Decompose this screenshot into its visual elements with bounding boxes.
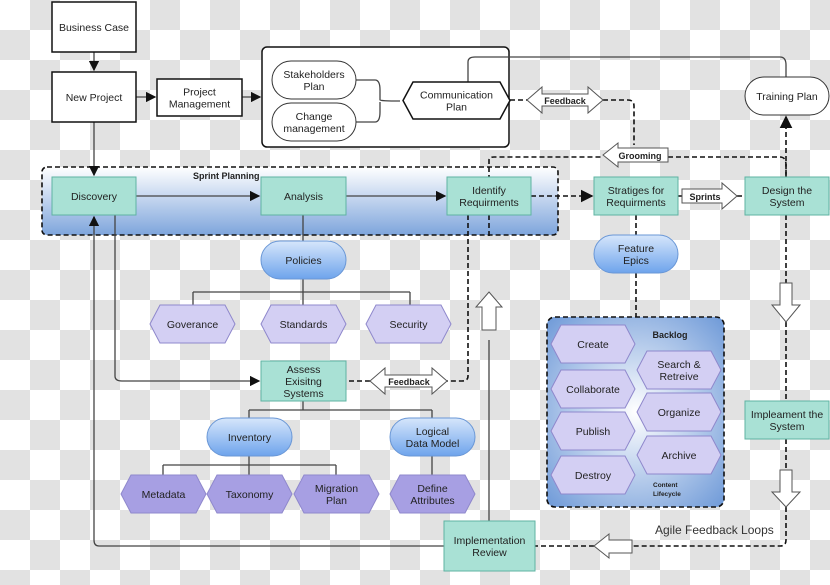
down-arrow-lower: [770, 469, 802, 508]
node-business-case[interactable]: Business Case: [51, 1, 137, 53]
node-label: Migration: [315, 483, 358, 495]
node-impleament-the-system[interactable]: Impleament theSystem: [744, 400, 830, 440]
node-feature-epics[interactable]: FeatureEpics: [593, 234, 679, 274]
node-label: Data Model: [406, 438, 460, 450]
sprint-planning-label: Sprint Planning: [193, 171, 260, 181]
node-logical-data-model[interactable]: LogicalData Model: [389, 417, 476, 457]
node-label: Taxonomy: [226, 489, 275, 501]
node-discovery[interactable]: Discovery: [51, 176, 137, 216]
node-label: Requirments: [459, 197, 519, 209]
node-label: Organize: [658, 407, 701, 419]
node-taxonomy[interactable]: Taxonomy: [206, 474, 293, 514]
node-label: Exisitng: [285, 376, 322, 388]
node-label: Design the: [762, 185, 812, 197]
node-inventory[interactable]: Inventory: [206, 417, 293, 457]
node-label: Plan: [303, 81, 324, 93]
node-define-attributes[interactable]: DefineAttributes: [389, 474, 476, 514]
node-label: Collaborate: [566, 384, 620, 396]
node-design-the-system[interactable]: Design theSystem: [744, 176, 830, 216]
left-arrow-bottom: [593, 532, 633, 560]
down-arrow-upper: [770, 282, 802, 323]
node-label: Assess: [287, 364, 321, 376]
node-publish[interactable]: Publish: [550, 411, 636, 451]
node-communication-plan[interactable]: CommunicationPlan: [402, 81, 511, 120]
node-label: Stakeholders: [283, 69, 344, 81]
grooming-label: Grooming: [619, 151, 662, 161]
node-label: New Project: [66, 92, 123, 104]
node-label: Project: [183, 87, 216, 99]
agile-process-diagram: Business Case New Project ProjectManagemen…: [41, 1, 830, 572]
node-label: Epics: [623, 255, 649, 267]
node-label: Plan: [326, 495, 347, 507]
node-label: management: [283, 123, 344, 135]
node-stratiges-for-requirments[interactable]: Stratiges forRequirments: [593, 176, 679, 216]
node-label: Review: [472, 547, 507, 559]
node-training-plan[interactable]: Training Plan: [744, 76, 830, 116]
node-organize[interactable]: Organize: [636, 392, 722, 432]
node-search-retreive[interactable]: Search &Retreive: [636, 350, 722, 390]
content-lifecycle-label: Lifecycle: [653, 491, 681, 498]
node-label: Archive: [661, 450, 696, 462]
node-stakeholders-plan[interactable]: StakeholdersPlan: [271, 60, 357, 100]
node-label: Create: [577, 339, 609, 351]
node-destroy[interactable]: Destroy: [550, 455, 636, 495]
node-analysis[interactable]: Analysis: [260, 176, 347, 216]
node-label: Feature: [618, 243, 654, 255]
node-collaborate[interactable]: Collaborate: [550, 369, 636, 409]
agile-feedback-loops-label: Agile Feedback Loops: [655, 523, 774, 537]
node-new-project[interactable]: New Project: [51, 71, 137, 123]
node-label: Communication: [420, 90, 493, 102]
node-label: Impleament the: [751, 409, 824, 421]
node-archive[interactable]: Archive: [636, 435, 722, 475]
node-label: Plan: [446, 102, 467, 114]
node-label: Retreive: [659, 371, 698, 383]
node-implementation-review[interactable]: ImplementationReview: [443, 520, 536, 572]
node-identify-requirments[interactable]: IdentifyRequirments: [446, 176, 532, 216]
node-label: Metadata: [142, 489, 186, 501]
node-label: Security: [390, 319, 429, 331]
node-label: Discovery: [71, 191, 118, 203]
node-label: Destroy: [575, 470, 612, 482]
feedback-bottom-label: Feedback: [388, 377, 431, 387]
node-project-management[interactable]: ProjectManagement: [156, 78, 243, 117]
node-label: Training Plan: [756, 91, 818, 103]
node-label: Management: [169, 99, 230, 111]
backlog-label: Backlog: [652, 330, 687, 340]
node-metadata[interactable]: Metadata: [120, 474, 207, 514]
node-assess-exisiting-systems[interactable]: AssessExisitngSystems: [260, 360, 347, 402]
node-goverance[interactable]: Goverance: [149, 304, 236, 344]
node-label: Business Case: [59, 22, 129, 34]
node-label: Logical: [416, 426, 449, 438]
node-label: Inventory: [228, 432, 272, 444]
node-label: Implementation: [454, 535, 526, 547]
node-label: Goverance: [167, 319, 219, 331]
content-lifecycle-label: Content: [653, 482, 678, 489]
node-label: Requirments: [606, 197, 666, 209]
node-label: Analysis: [284, 191, 323, 203]
node-create[interactable]: Create: [550, 324, 636, 364]
node-security[interactable]: Security: [365, 304, 452, 344]
sprints-label: Sprints: [689, 192, 720, 202]
node-label: Publish: [576, 426, 611, 438]
node-label: Policies: [285, 255, 321, 267]
node-label: System: [769, 197, 804, 209]
node-migration-plan[interactable]: MigrationPlan: [293, 474, 380, 514]
node-label: System: [769, 421, 804, 433]
node-label: Identify: [472, 185, 507, 197]
node-standards[interactable]: Standards: [260, 304, 347, 344]
node-policies[interactable]: Policies: [260, 240, 347, 280]
node-label: Standards: [280, 319, 328, 331]
up-arrow: [474, 291, 504, 331]
node-label: Stratiges for: [608, 185, 665, 197]
feedback-top-label: Feedback: [544, 96, 587, 106]
node-label: Search &: [657, 359, 700, 371]
node-label: Systems: [283, 388, 323, 400]
node-label: Change: [296, 111, 333, 123]
node-label: Define: [417, 483, 448, 495]
node-label: Attributes: [410, 495, 454, 507]
node-change-management[interactable]: Changemanagement: [271, 102, 357, 142]
